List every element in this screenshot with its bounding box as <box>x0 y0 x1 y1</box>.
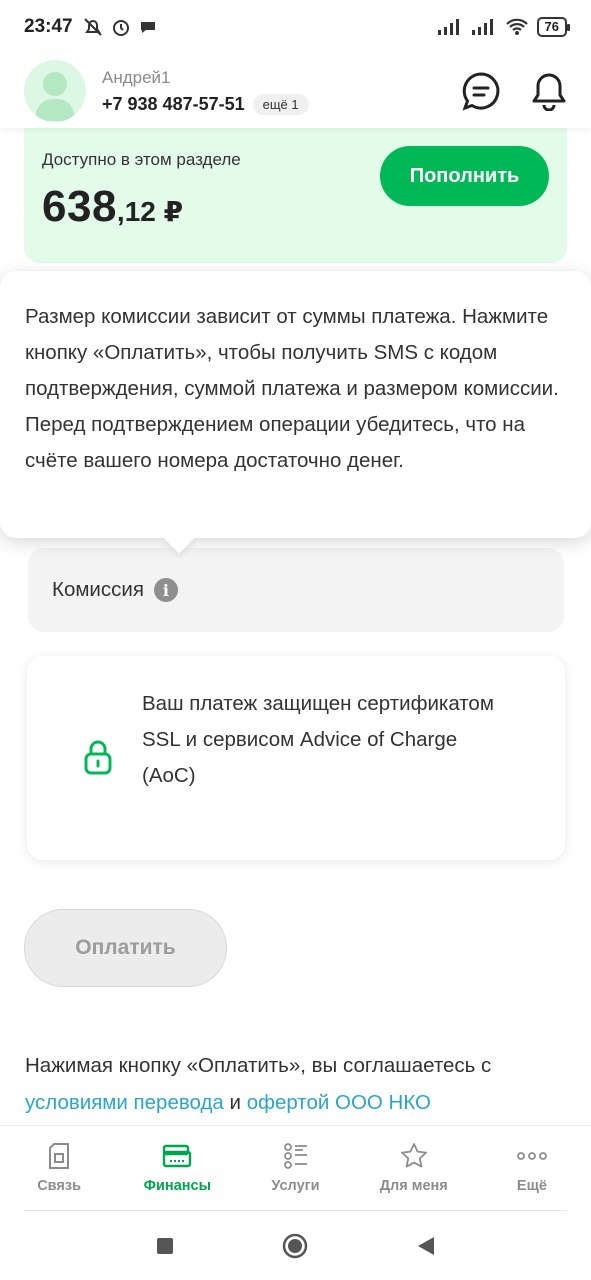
nav-label: Связь <box>37 1178 81 1194</box>
status-time: 23:47 <box>24 16 73 37</box>
chat-bubble-icon <box>140 22 155 33</box>
services-list-icon <box>283 1143 307 1169</box>
more-dots-icon <box>517 1152 547 1160</box>
user-name: Андрей1 <box>102 67 171 87</box>
user-phone: +7 938 487-57-51 <box>102 93 245 114</box>
offer-link[interactable]: офертой ООО НКО <box>247 1091 431 1114</box>
commission-label: Комиссия <box>52 578 144 601</box>
sim-card-icon <box>49 1143 70 1169</box>
security-card: Ваш платеж защищен сертификатом SSL и се… <box>27 656 565 860</box>
nav-label: Услуги <box>271 1178 320 1194</box>
star-icon <box>400 1143 427 1168</box>
bell-off-icon <box>83 18 102 36</box>
topup-button[interactable]: Пополнить <box>380 146 549 206</box>
more-accounts-chip[interactable]: ещё 1 <box>252 93 309 115</box>
nav-label: Для меня <box>379 1178 448 1194</box>
avatar[interactable] <box>24 60 86 122</box>
nav-item-for-me[interactable]: Для меня <box>355 1126 473 1210</box>
security-text: Ваш платеж защищен сертификатом SSL и се… <box>142 692 494 787</box>
nav-label: Ещё <box>516 1178 547 1194</box>
app-header: Андрей1 +7 938 487-57-51 ещё 1 <box>0 54 591 128</box>
nav-item-services[interactable]: Услуги <box>236 1126 354 1210</box>
balance-label: Доступно в этом разделе <box>42 150 241 169</box>
balance-amount: 638,12 ₽ <box>42 182 183 232</box>
nav-item-more[interactable]: Ещё <box>473 1126 591 1210</box>
wallet-icon <box>163 1144 192 1168</box>
bottom-nav: Связь Финансы Услуги Для меня Ещё <box>0 1125 591 1210</box>
agreement-text: Нажимая кнопку «Оплатить», вы соглашаете… <box>25 1047 570 1121</box>
transfer-terms-link[interactable]: условиями перевода <box>25 1091 224 1114</box>
system-nav-bar <box>0 1211 591 1280</box>
balance-amount-fraction: ,12 ₽ <box>116 196 184 227</box>
account-switcher[interactable]: Андрей1 +7 938 487-57-51 ещё 1 <box>102 68 309 115</box>
chat-icon[interactable] <box>461 71 501 111</box>
home-button-icon[interactable] <box>281 1232 309 1260</box>
nav-item-finance[interactable]: Финансы <box>118 1126 236 1210</box>
recents-button-icon[interactable] <box>155 1236 175 1256</box>
nav-label: Финансы <box>143 1178 211 1194</box>
alarm-icon <box>112 20 129 36</box>
pay-button[interactable]: Оплатить <box>24 909 227 987</box>
notifications-bell-icon[interactable] <box>531 71 567 111</box>
agreement-conj: и <box>229 1091 241 1114</box>
lock-icon <box>84 740 112 775</box>
info-icon[interactable]: i <box>153 578 178 602</box>
agreement-prefix: Нажимая кнопку «Оплатить», вы соглашаете… <box>25 1054 492 1077</box>
balance-card: Доступно в этом разделе 638,12 ₽ Пополни… <box>24 128 567 263</box>
wifi-icon <box>505 18 528 35</box>
back-button-icon[interactable] <box>415 1235 437 1257</box>
status-bar: 23:47 76 <box>0 0 591 54</box>
balance-amount-main: 638 <box>42 182 117 231</box>
commission-tooltip: Размер комиссии зависит от суммы платежа… <box>0 271 591 554</box>
battery-indicator: 76 <box>536 17 571 37</box>
nav-item-connection[interactable]: Связь <box>0 1126 118 1210</box>
signal-icon <box>437 19 459 35</box>
tooltip-text: Размер комиссии зависит от суммы платежа… <box>25 305 559 472</box>
signal-icon-2 <box>471 19 493 35</box>
commission-row: Комиссия i <box>28 548 564 632</box>
